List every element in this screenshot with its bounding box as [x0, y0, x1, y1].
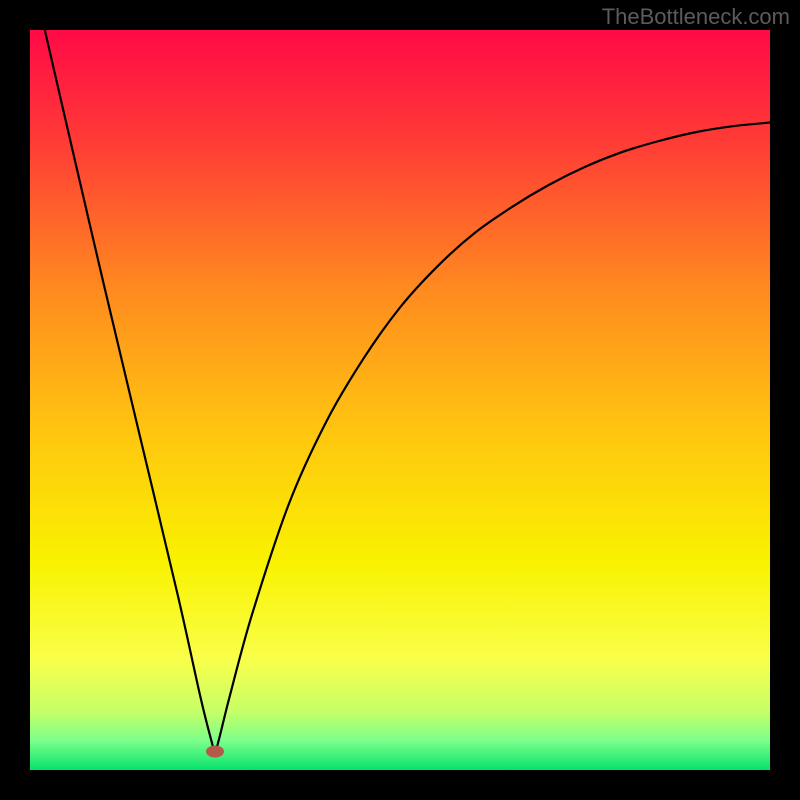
watermark-text: TheBottleneck.com [602, 4, 790, 30]
chart-svg [30, 30, 770, 770]
minimum-marker [206, 746, 224, 758]
plot-area [30, 30, 770, 770]
chart-frame: TheBottleneck.com [0, 0, 800, 800]
